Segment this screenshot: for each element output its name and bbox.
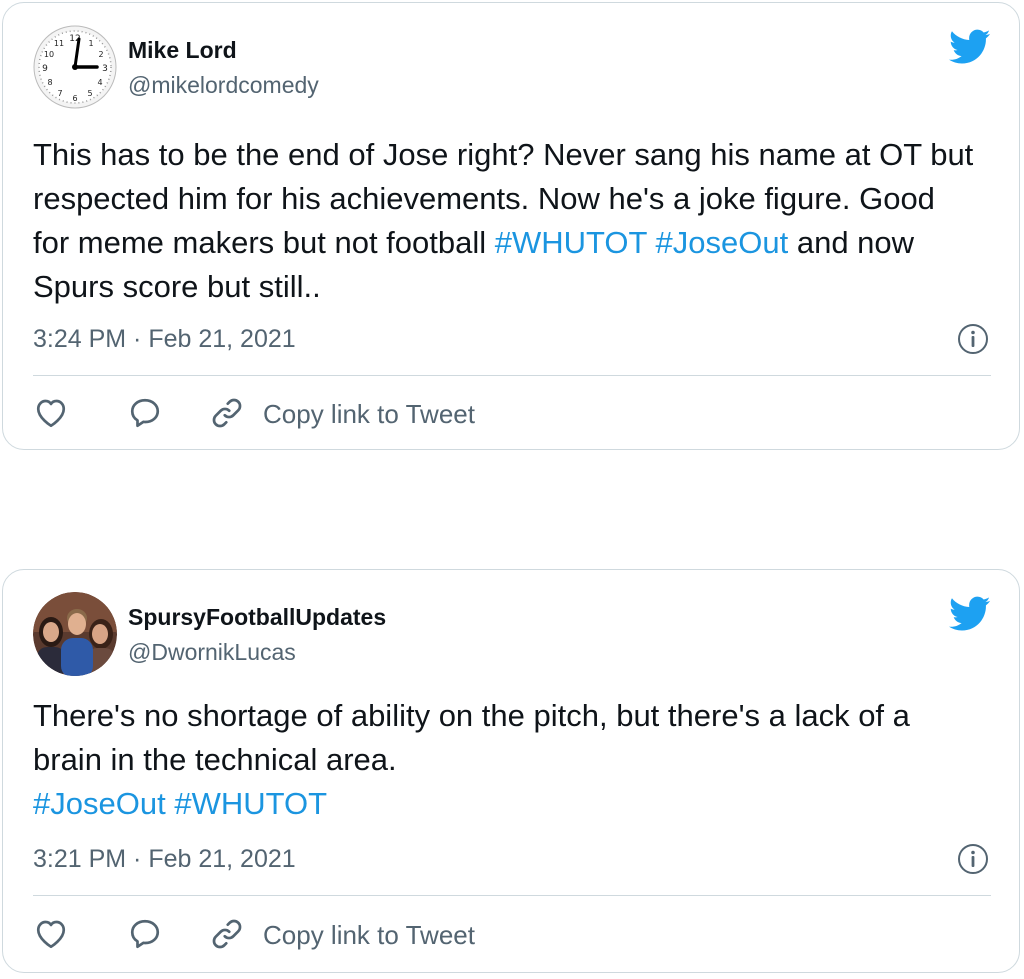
heart-icon[interactable]	[33, 916, 69, 952]
author-handle[interactable]: @DwornikLucas	[128, 639, 296, 666]
hashtag-link[interactable]: #WHUTOT	[495, 225, 647, 260]
reply-icon[interactable]	[127, 395, 163, 431]
link-icon[interactable]	[209, 916, 245, 952]
svg-text:5: 5	[87, 89, 92, 98]
svg-text:11: 11	[54, 39, 64, 48]
author-name[interactable]: SpursyFootballUpdates	[128, 604, 386, 631]
reply-icon[interactable]	[127, 916, 163, 952]
svg-text:8: 8	[47, 78, 52, 87]
action-bar: Copy link to Tweet	[33, 916, 989, 956]
svg-text:4: 4	[97, 78, 102, 87]
tweet-text: This has to be the end of Jose right? Ne…	[33, 133, 979, 309]
tweet-body: There's no shortage of ability on the pi…	[33, 698, 910, 777]
tweet-text: There's no shortage of ability on the pi…	[33, 694, 979, 826]
svg-text:3: 3	[102, 64, 108, 74]
svg-text:1: 1	[88, 39, 93, 48]
hashtag-link[interactable]: #WHUTOT	[174, 786, 327, 821]
author-name[interactable]: Mike Lord	[128, 37, 237, 64]
svg-text:2: 2	[98, 50, 103, 59]
svg-text:10: 10	[44, 50, 54, 59]
avatar[interactable]: 12 1 2 3 4 5 6 7 8 9 10 11	[33, 25, 117, 109]
twitter-bird-icon[interactable]	[949, 596, 991, 632]
twitter-bird-icon[interactable]	[949, 29, 991, 65]
heart-icon[interactable]	[33, 395, 69, 431]
copy-link-button[interactable]: Copy link to Tweet	[263, 399, 475, 430]
action-bar: Copy link to Tweet	[33, 395, 989, 435]
divider	[33, 895, 991, 896]
hashtag-link[interactable]: #JoseOut	[33, 786, 166, 821]
tweet-card[interactable]: 12 1 2 3 4 5 6 7 8 9 10 11 Mike Lord @mi…	[2, 2, 1020, 450]
info-icon[interactable]	[957, 323, 989, 355]
hashtag-link[interactable]: #JoseOut	[656, 225, 789, 260]
timestamp[interactable]: 3:24 PM · Feb 21, 2021	[33, 325, 296, 354]
info-icon[interactable]	[957, 843, 989, 875]
svg-text:9: 9	[42, 64, 48, 74]
avatar[interactable]	[33, 592, 117, 676]
timestamp[interactable]: 3:21 PM · Feb 21, 2021	[33, 845, 296, 874]
copy-link-button[interactable]: Copy link to Tweet	[263, 920, 475, 951]
clock-avatar-image: 12 1 2 3 4 5 6 7 8 9 10 11	[33, 25, 117, 109]
svg-text:7: 7	[57, 89, 62, 98]
tweet-card[interactable]: SpursyFootballUpdates @DwornikLucas Ther…	[2, 569, 1020, 973]
divider	[33, 375, 991, 376]
svg-text:6: 6	[72, 94, 77, 103]
link-icon[interactable]	[209, 395, 245, 431]
photo-avatar-image	[33, 592, 117, 676]
author-handle[interactable]: @mikelordcomedy	[128, 72, 319, 99]
